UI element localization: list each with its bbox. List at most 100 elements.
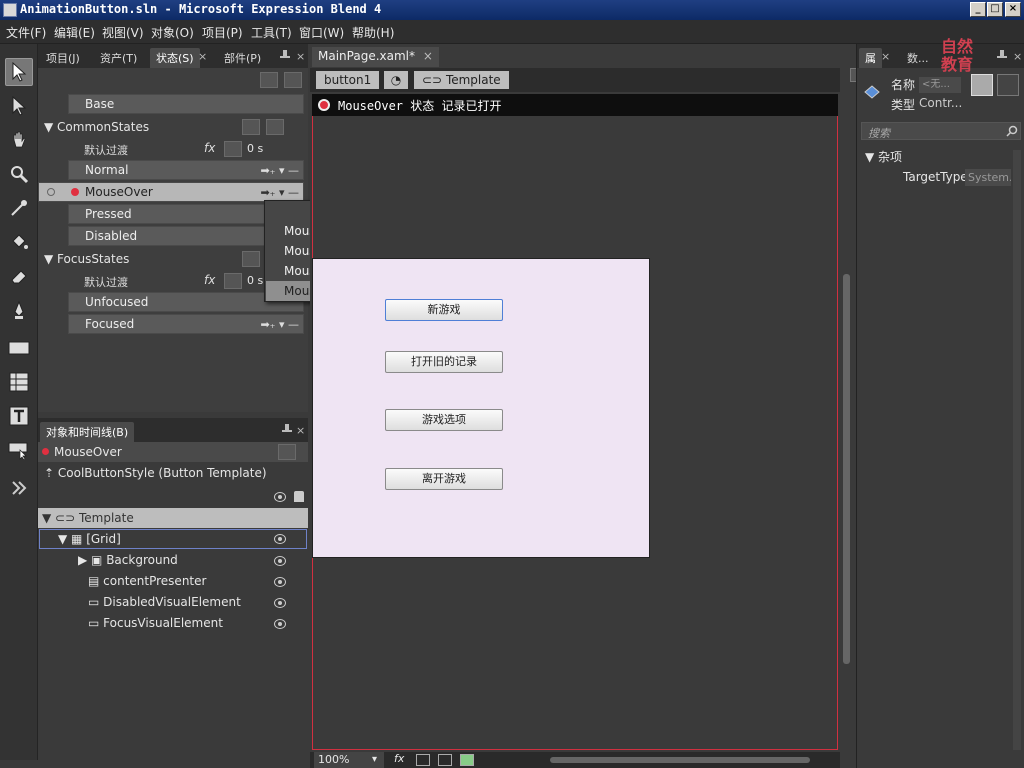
vertical-scrollbar[interactable]	[843, 274, 850, 664]
pin-icon[interactable]	[280, 50, 290, 62]
state-group-focus[interactable]: ▼ FocusStates	[44, 252, 129, 266]
easing-icon[interactable]	[242, 251, 260, 267]
selection-tool-icon[interactable]	[5, 58, 33, 86]
record-button-icon[interactable]	[318, 99, 330, 111]
add-transition-icon[interactable]	[266, 119, 284, 135]
default-transition[interactable]: 默认过渡	[84, 274, 128, 290]
objects-panel-title[interactable]: 对象和时间线(B)	[40, 422, 135, 442]
close-tab-icon[interactable]: ×	[881, 50, 890, 63]
add-state-icon[interactable]	[284, 72, 302, 88]
document-tab[interactable]: MainPage.xaml* ×	[312, 47, 439, 67]
eye-icon[interactable]	[274, 492, 286, 502]
eye-icon[interactable]	[274, 598, 286, 608]
pan-tool-icon[interactable]	[5, 126, 33, 154]
pin-icon[interactable]	[997, 50, 1007, 62]
close-panel-icon[interactable]: ×	[1013, 50, 1022, 63]
scope-row[interactable]: ⇡ CoolButtonStyle (Button Template)	[44, 466, 267, 480]
eraser-tool-icon[interactable]	[5, 262, 33, 290]
text-tool-icon[interactable]	[5, 402, 33, 430]
easing-icon[interactable]	[242, 119, 260, 135]
name-field[interactable]: <无...	[919, 77, 961, 93]
exit-game-button[interactable]: 离开游戏	[385, 468, 503, 490]
horizontal-scrollbar[interactable]	[550, 757, 810, 763]
open-save-button[interactable]: 打开旧的记录	[385, 351, 503, 373]
tree-row-content-presenter[interactable]: ▤ contentPresenter	[88, 574, 206, 588]
maximize-button[interactable]: □	[987, 2, 1003, 17]
grid-layout-tool-icon[interactable]	[5, 368, 33, 396]
events-toggle-icon[interactable]	[997, 74, 1019, 96]
default-transition[interactable]: 默认过渡	[84, 142, 128, 158]
transition-icons[interactable]: ➡₊ ▾ —	[260, 162, 299, 180]
paint-bucket-tool-icon[interactable]	[5, 228, 33, 256]
eye-icon[interactable]	[274, 556, 286, 566]
tab-data[interactable]: 数...	[901, 48, 935, 68]
grid-icon[interactable]	[416, 754, 430, 766]
transition-duration-icon[interactable]	[224, 273, 242, 289]
prop-target-type-value[interactable]: System...	[965, 169, 1011, 186]
new-game-button[interactable]: 新游戏	[385, 299, 503, 321]
tree-row-grid[interactable]: ▼ ▦ [Grid]	[39, 529, 307, 549]
breadcrumb-template[interactable]: ⊂⊃ Template	[414, 71, 509, 89]
timeline-toggle-icon[interactable]	[278, 444, 296, 460]
transition-duration-icon[interactable]	[224, 141, 242, 157]
breadcrumb-button1[interactable]: button1	[316, 71, 380, 89]
state-base[interactable]: Base	[68, 94, 304, 114]
pin-icon[interactable]	[282, 424, 292, 436]
tree-row-background[interactable]: ▶ ▣ Background	[78, 553, 178, 567]
tree-row-template[interactable]: ▼ ⊂⊃ Template	[38, 508, 308, 528]
properties-scrollbar[interactable]	[1013, 150, 1021, 750]
menu-edit[interactable]: 编辑(E)	[54, 24, 95, 41]
close-tab-icon[interactable]: ×	[198, 50, 207, 63]
menu-view[interactable]: 视图(V)	[102, 24, 144, 41]
snap-grid-icon[interactable]	[438, 754, 452, 766]
tree-row-disabled-visual[interactable]: ▭ DisabledVisualElement	[88, 595, 241, 609]
state-focused[interactable]: Focused ➡₊ ▾ —	[68, 314, 304, 334]
zoom-tool-icon[interactable]	[5, 160, 33, 188]
pen-tool-icon[interactable]	[5, 296, 33, 324]
transition-icons[interactable]: ➡₊ ▾ —	[260, 316, 299, 334]
add-state-group-icon[interactable]	[260, 72, 278, 88]
game-options-button[interactable]: 游戏选项	[385, 409, 503, 431]
close-panel-icon[interactable]: ×	[296, 50, 305, 63]
eye-icon[interactable]	[274, 534, 286, 544]
close-panel-icon[interactable]: ×	[296, 424, 305, 437]
transition-duration[interactable]: 0 s	[247, 142, 263, 155]
tab-properties[interactable]: 属	[859, 48, 882, 68]
view-toggle-icon[interactable]	[971, 74, 993, 96]
state-mouseover[interactable]: MouseOver ➡₊ ▾ —	[38, 182, 304, 202]
rectangle-tool-icon[interactable]	[5, 334, 33, 362]
snap-lines-icon[interactable]	[460, 754, 474, 766]
state-normal[interactable]: Normal ➡₊ ▾ —	[68, 160, 304, 180]
category-misc[interactable]: ▼ 杂项	[865, 148, 902, 165]
assets-expand-icon[interactable]	[5, 474, 33, 502]
transition-duration[interactable]: 0 s	[247, 274, 263, 287]
menu-tools[interactable]: 工具(T)	[251, 24, 292, 41]
artboard[interactable]: 新游戏 打开旧的记录 游戏选项 离开游戏	[312, 258, 650, 558]
menu-project[interactable]: 项目(P)	[202, 24, 243, 41]
menu-object[interactable]: 对象(O)	[151, 24, 194, 41]
eye-icon[interactable]	[274, 577, 286, 587]
tree-row-focus-visual[interactable]: ▭ FocusVisualElement	[88, 616, 223, 630]
tab-projects[interactable]: 项目(J)	[40, 48, 86, 68]
menu-file[interactable]: 文件(F)	[6, 24, 46, 41]
search-input[interactable]: 搜索	[861, 122, 1021, 140]
state-group-common[interactable]: ▼ CommonStates	[44, 120, 149, 134]
easing-function-icon[interactable]: fx	[204, 273, 215, 287]
minimize-button[interactable]: _	[970, 2, 986, 17]
control-tool-icon[interactable]	[5, 436, 33, 464]
effects-icon[interactable]: fx	[394, 752, 404, 765]
menu-help[interactable]: 帮助(H)	[352, 24, 394, 41]
easing-function-icon[interactable]: fx	[204, 141, 215, 155]
menu-window[interactable]: 窗口(W)	[299, 24, 344, 41]
breadcrumb-template-icon[interactable]: ◔	[384, 71, 408, 89]
state-radio-icon[interactable]	[47, 188, 55, 196]
tab-assets[interactable]: 资产(T)	[94, 48, 143, 68]
eyedropper-tool-icon[interactable]	[5, 194, 33, 222]
direct-selection-tool-icon[interactable]	[5, 92, 33, 120]
zoom-dropdown-icon[interactable]: ▾	[372, 754, 377, 765]
lock-icon[interactable]	[294, 491, 304, 502]
tab-parts[interactable]: 部件(P)	[218, 48, 267, 68]
tab-states[interactable]: 状态(S)	[150, 48, 200, 68]
close-tab-icon[interactable]: ×	[423, 49, 433, 63]
close-button[interactable]: ×	[1005, 2, 1021, 17]
